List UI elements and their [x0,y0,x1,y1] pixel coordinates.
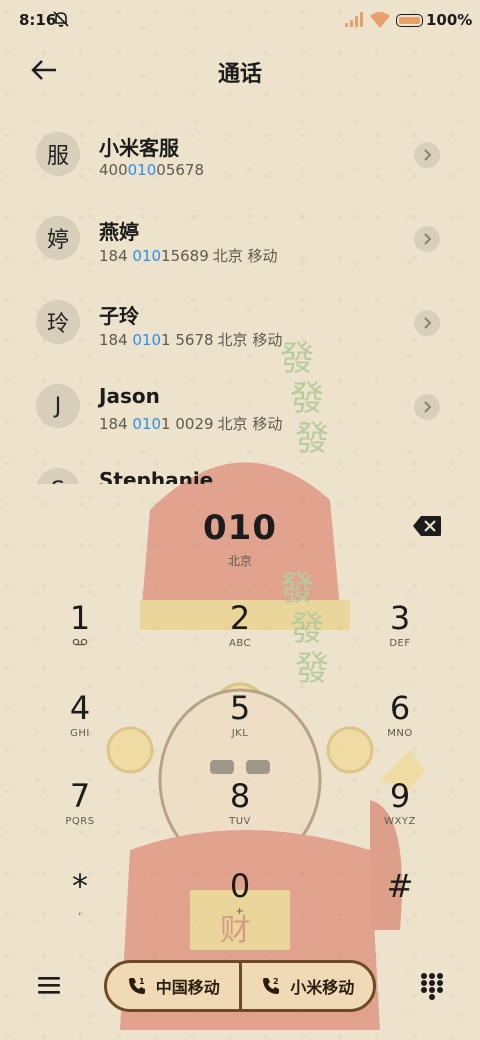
key-digit: 2 [229,599,251,637]
contact-avatar: 婷 [36,216,80,260]
contact-number: 184 0101 0029 北京 移动 [99,415,283,433]
key-letters: + [235,906,245,917]
key-digit: 9 [389,777,411,815]
status-time: 8:16 [19,11,57,29]
contact-number: 40001005678 [99,161,204,179]
page-title: 通话 [217,62,262,87]
contact-name: 小米客服 [99,136,179,160]
contact-name: Stephanie [99,468,214,484]
dialpad-key[interactable]: 4 GHI [25,680,135,760]
svg-text:1: 1 [139,977,145,986]
call-sim1-button[interactable]: 1 中国移动 [107,963,242,1009]
signal-icon [345,12,363,27]
contact-avatar: 服 [36,132,80,176]
contact-name: 子玲 [99,304,139,328]
menu-icon[interactable] [36,973,62,997]
contact-row[interactable]: 服小米客服 40001005678 [0,112,480,196]
contact-detail-button[interactable] [414,310,440,336]
backspace-icon[interactable] [412,515,442,537]
dialpad-key[interactable]: 9 WXYZ [345,768,455,848]
contact-name: 燕婷 [99,220,139,244]
keypad-icon[interactable] [420,972,444,1000]
dialpad-key[interactable]: *, [25,858,135,938]
key-digit: 3 [389,599,411,637]
dialpad-key[interactable]: 0 + [185,858,295,938]
chevron-right-icon [424,317,432,329]
svg-text:2: 2 [273,977,279,986]
key-digit: 4 [69,689,91,727]
number-match-highlight: 010 [132,415,162,433]
phone-sim2-icon: 2 [263,977,280,994]
key-digit: 0 [229,867,251,905]
dialpad-key[interactable]: 8 TUV [185,768,295,848]
chevron-right-icon [424,401,432,413]
key-letters: DEF [389,638,411,649]
dialpad-key[interactable]: 3 DEF [345,590,455,670]
key-letters: ABC [228,638,251,649]
number-match-highlight: 010 [132,331,162,349]
chevron-right-icon [424,233,432,245]
contact-avatar: 玲 [36,300,80,344]
contact-row[interactable]: S Stephanie [0,448,480,484]
dialpad-key[interactable]: 6 MNO [345,680,455,760]
status-bar: 8:16 100% [0,0,480,40]
call-button-group: 1 中国移动 2 小米移动 [104,960,376,1012]
key-digit: 5 [229,689,251,727]
dialpad-key[interactable]: 1 [25,590,135,670]
wifi-icon [370,12,390,28]
contact-location: 北京 移动 [212,247,278,265]
key-letters: MNO [387,728,413,739]
contact-detail-button[interactable] [414,226,440,252]
svg-text:發: 發 [295,649,329,689]
dialed-number: 010 [203,508,277,548]
contact-row[interactable]: 婷燕婷 184 01015689 北京 移动 [0,196,480,280]
svg-text:發: 發 [290,609,324,649]
key-digit: 6 [389,689,411,727]
contact-row[interactable]: J Jason 184 0101 0029 北京 移动 [0,364,480,448]
number-match-highlight: 010 [127,161,157,179]
voicemail-icon [25,638,135,649]
call-sim2-button[interactable]: 2 小米移动 [242,963,374,1009]
contact-detail-button[interactable] [414,394,440,420]
key-letters: WXYZ [384,816,416,827]
number-match-highlight: 010 [132,247,162,265]
contact-location: 北京 移动 [217,415,283,433]
dialpad-key[interactable]: 2 ABC [185,590,295,670]
chevron-right-icon [424,149,432,161]
contact-number: 184 0101 5678 北京 移动 [99,331,283,349]
dialpad-key[interactable]: 5 JKL [185,680,295,760]
contact-avatar: J [36,384,80,428]
contact-avatar: S [36,468,80,484]
key-digit: 8 [229,777,251,815]
dialpad-key[interactable]: 7 PQRS [25,768,135,848]
contact-name: Jason [99,384,160,408]
contact-row[interactable]: 玲子玲 184 0101 5678 北京 移动 [0,280,480,364]
contact-location: 北京 移动 [217,331,283,349]
key-digit: 1 [69,599,91,637]
dialed-number-location: 北京 [227,554,252,568]
key-letters: PQRS [65,816,95,827]
contact-list[interactable]: 服小米客服 40001005678 婷燕婷 184 01015689 北京 移动玲子玲 1… [0,112,480,484]
key-digit: 7 [69,777,91,815]
bell-muted-icon [53,11,69,27]
contact-detail-button[interactable] [414,142,440,168]
key-letters: TUV [229,816,251,827]
call-sim2-label: 小米移动 [290,978,355,997]
battery-percent: 100% [426,11,473,29]
key-digit: * [72,867,88,905]
call-sim1-label: 中国移动 [155,978,220,997]
dialpad-key[interactable]: # [345,858,455,938]
key-letters: GHI [70,728,90,739]
key-digit: # [386,867,414,905]
phone-sim1-icon: 1 [128,977,145,994]
key-letters: JKL [231,728,249,739]
contact-number: 184 01015689 北京 移动 [99,247,278,265]
key-letters: , [78,906,82,917]
battery-icon [396,14,423,27]
